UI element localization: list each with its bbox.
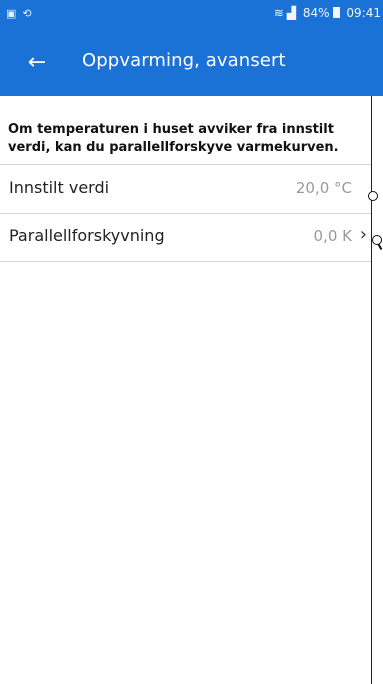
setting-value: 20,0 °C (295, 179, 352, 197)
status-left-icons: ▣ ⟲ (6, 7, 38, 20)
setting-row-parallellforskyvning[interactable]: Parallellforskyvning 0,0 K › (0, 213, 371, 262)
setting-label: Innstilt verdi (9, 178, 110, 197)
signal-icon: ▟ (286, 6, 297, 20)
pointer-marker-icon (368, 191, 378, 201)
setting-value: 0,0 K (313, 227, 352, 245)
sync-icon: ⟲ (22, 7, 32, 20)
back-button[interactable]: ← (22, 48, 52, 78)
setting-label: Parallellforskyvning (9, 226, 165, 245)
intro-text: Om temperaturen i huset avviker fra inns… (8, 122, 339, 155)
back-arrow-icon: ← (27, 50, 47, 75)
scroll-gutter (371, 96, 383, 684)
chevron-right-icon: › (359, 224, 367, 245)
app-bar: ← Oppvarming, avansert (0, 30, 383, 96)
setting-row-innstilt-verdi[interactable]: Innstilt verdi 20,0 °C (0, 164, 371, 214)
notification-icon: ▣ (6, 7, 17, 20)
battery-icon (332, 7, 340, 18)
page-title: Oppvarming, avansert (82, 50, 286, 71)
clock: 09:41 (346, 6, 381, 20)
status-right: ≋ ▟ 84% 09:41 (271, 6, 381, 20)
wifi-icon: ≋ (273, 6, 284, 20)
status-bar: ▣ ⟲ ≋ ▟ 84% 09:41 (0, 0, 383, 30)
battery-percent: 84% (302, 6, 330, 20)
pointer-cursor-icon (372, 235, 382, 245)
